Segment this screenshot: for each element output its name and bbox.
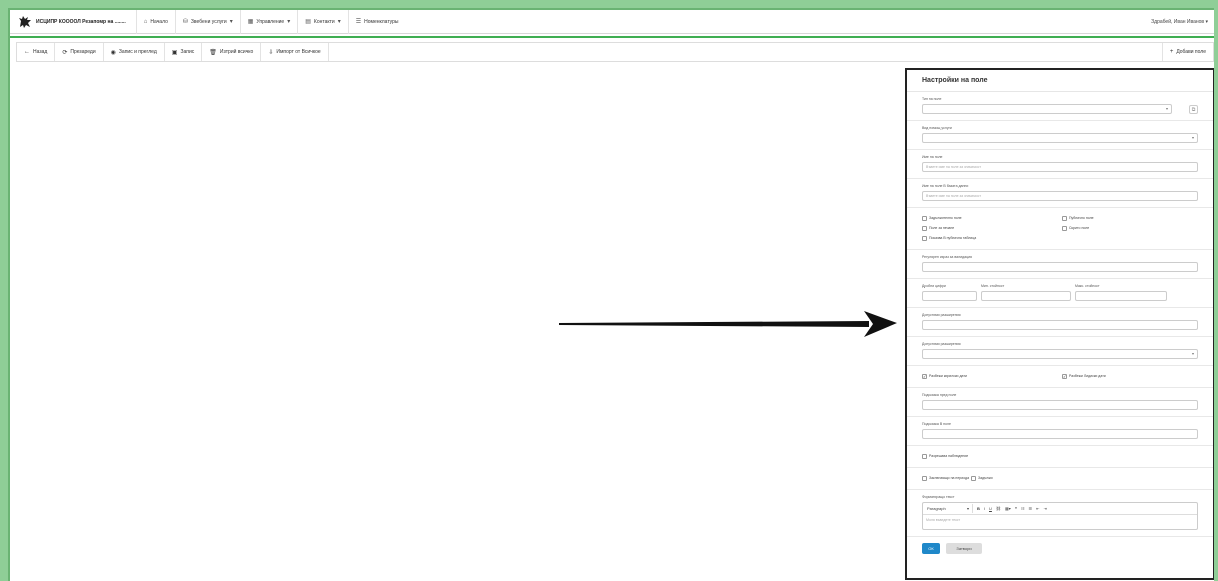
regex-input[interactable] xyxy=(922,262,1198,272)
public-checkbox[interactable]: Публично поле xyxy=(1062,213,1198,223)
numbered-list-icon[interactable]: ☰ xyxy=(1029,506,1033,511)
chevron-down-icon: ▾ xyxy=(337,19,341,25)
field-kind-select[interactable] xyxy=(922,133,1198,143)
arrow-left-icon: ← xyxy=(24,49,30,55)
chevron-down-icon: ▾ xyxy=(229,19,233,25)
underline-icon[interactable]: U xyxy=(989,506,992,511)
print-checkbox[interactable]: Поле за печане xyxy=(922,223,1058,233)
action-toolbar: ← Назад ⟳ Презареди ◉ Запис и преглед ▣ … xyxy=(16,42,1214,62)
regex-section: Регулярен израз за валидация xyxy=(907,250,1213,279)
extensions-input[interactable] xyxy=(922,320,1198,330)
hidden-checkbox[interactable]: Скрито поле xyxy=(1062,223,1198,233)
home-icon: ⌂ xyxy=(143,18,148,25)
bullet-list-icon[interactable]: ☷ xyxy=(1021,506,1025,511)
required-checkbox[interactable]: Задължително поле xyxy=(922,213,1058,223)
table-icon[interactable]: ▦▾ xyxy=(1005,506,1011,511)
db-name-section: Име на поле В базата данни Въвете име на… xyxy=(907,179,1213,208)
refresh-icon: ⟳ xyxy=(62,49,68,56)
decimals-input[interactable] xyxy=(922,291,977,301)
quote-icon[interactable]: ❝ xyxy=(1015,506,1017,511)
allow-latin-checkbox[interactable]: ✓ Разбежи Лидиски дати xyxy=(1062,371,1198,381)
numeric-section: Дробни цифри Мин. стойност Макс. стойнос… xyxy=(907,279,1213,308)
nav-label: Управление xyxy=(256,18,285,25)
min-value-input[interactable] xyxy=(981,291,1071,301)
required-2-checkbox[interactable]: Задължи xyxy=(971,473,993,483)
grid-icon: ▦ xyxy=(247,19,254,25)
db-name-input[interactable]: Въвете име на поле за значимост xyxy=(922,191,1198,201)
period-lock-checkbox[interactable]: Заключващо на периода xyxy=(922,473,969,483)
rich-text-section: Форматиращо текст Paragraph ▾ B I U ⛓ ▦▾ … xyxy=(907,490,1213,537)
app-brand[interactable]: ИСЦИПР КООООЛ Резапомр на ........ xyxy=(36,19,126,25)
field-kind-section: Вид помощ услуги xyxy=(907,121,1213,150)
refresh-button[interactable]: ⟳ Презареди xyxy=(55,43,104,61)
max-value-input[interactable] xyxy=(1075,291,1167,301)
field-type-section: Тип на поле ⧉ xyxy=(907,92,1213,121)
nav-nomenclatures[interactable]: ☰ Номенклатуры xyxy=(347,10,406,34)
import-button[interactable]: ⇩ Импорт от Всичкое xyxy=(261,43,329,61)
comment-section: Заключващо на периода Задължи xyxy=(907,468,1213,490)
panel-title: Настройки на поле xyxy=(907,70,1213,92)
date-options-section: ✓ Разбежи кирилски дати ✓ Разбежи Лидиски … xyxy=(907,366,1213,388)
field-type-select[interactable] xyxy=(922,104,1172,114)
flags-section: Задължително поле Публично поле Поле за … xyxy=(907,208,1213,250)
indent-icon[interactable]: ⇥ xyxy=(1043,506,1046,511)
nav-home[interactable]: ⌂ Начало xyxy=(135,10,175,34)
nav-label: Звебени услуги xyxy=(190,18,227,25)
delete-all-button[interactable]: 🗑 Изтрий всичко xyxy=(202,43,262,61)
table-icon: ▤ xyxy=(305,19,311,25)
rich-text-editor: Paragraph ▾ B I U ⛓ ▦▾ ❝ ☷ ☰ ⇤ ⇥ Моля във… xyxy=(922,502,1198,530)
lion-logo-icon xyxy=(19,15,31,28)
extensions-section: Допустими разширения xyxy=(907,308,1213,337)
bold-icon[interactable]: B xyxy=(977,506,980,511)
allow-cyrillic-checkbox[interactable]: ✓ Разбежи кирилски дати xyxy=(922,371,1058,381)
editor-toolbar: Paragraph ▾ B I U ⛓ ▦▾ ❝ ☷ ☰ ⇤ ⇥ xyxy=(923,503,1197,515)
save-button[interactable]: ▣ Запис xyxy=(165,43,203,61)
nav-label: Номенклатуры xyxy=(364,18,399,25)
field-name-section: Име на поле Въвете име на поле за значим… xyxy=(907,150,1213,179)
top-navbar: ИСЦИПР КООООЛ Резапомр на ........ ⌂ Нач… xyxy=(10,10,1214,34)
nav-label: Начало xyxy=(150,18,168,25)
app-window: ИСЦИПР КООООЛ Резапомр на ........ ⌂ Нач… xyxy=(8,8,1214,581)
nav-contacts[interactable]: ▤ Контакти ▾ xyxy=(297,10,347,34)
field-name-input[interactable]: Въвете име на поле за значимост xyxy=(922,162,1198,172)
trash-icon: 🗑 xyxy=(209,49,217,56)
hint-in-section: Подсказка В поле xyxy=(907,417,1213,446)
annotation-arrow-icon xyxy=(559,311,897,337)
allowed-extensions-select[interactable] xyxy=(922,349,1198,359)
readonly-checkbox[interactable]: Разрешава наблюдение xyxy=(922,451,1067,461)
editor-body[interactable]: Моля въведете текст xyxy=(923,515,1197,529)
field-settings-panel: Настройки на поле Тип на поле ⧉ Вид помо… xyxy=(905,68,1214,580)
chevron-down-icon: ▾ xyxy=(287,19,291,25)
show-public-table-checkbox[interactable]: Показва В публична таблица xyxy=(922,233,1067,243)
panel-actions: ОК Затвори xyxy=(907,537,1213,560)
allowed-extensions-section: Допустими разширения xyxy=(907,337,1213,366)
back-button[interactable]: ← Назад xyxy=(17,43,56,61)
nav-services[interactable]: ⛁ Звебени услуги ▾ xyxy=(174,10,240,34)
plus-icon: + xyxy=(1169,49,1174,55)
outdent-icon[interactable]: ⇤ xyxy=(1036,506,1039,511)
add-field-button[interactable]: + Добави поле xyxy=(1161,43,1213,61)
nav-management[interactable]: ▦ Управление ▾ xyxy=(239,10,297,34)
copy-icon[interactable]: ⧉ xyxy=(1189,104,1198,114)
header-divider xyxy=(10,36,1214,38)
nav-label: Контакти xyxy=(313,18,335,25)
database-icon: ⛁ xyxy=(182,19,188,25)
link-icon[interactable]: ⛓ xyxy=(996,506,1001,511)
import-icon: ⇩ xyxy=(268,49,274,56)
hint-in-input[interactable] xyxy=(922,429,1198,439)
close-button[interactable]: Затвори xyxy=(946,543,982,554)
floppy-icon: ▣ xyxy=(171,49,178,56)
hint-before-section: Подсказка пред поле xyxy=(907,388,1213,417)
save-preview-button[interactable]: ◉ Запис и преглед xyxy=(104,43,165,61)
readonly-section: Разрешава наблюдение xyxy=(907,446,1213,468)
eye-icon: ◉ xyxy=(110,49,116,56)
paragraph-select[interactable]: Paragraph ▾ xyxy=(927,504,973,513)
italic-icon[interactable]: I xyxy=(984,506,985,511)
user-menu[interactable]: Здрабей, Иван Иванов ▾ xyxy=(1151,19,1208,25)
hint-before-input[interactable] xyxy=(922,400,1198,410)
list-icon: ☰ xyxy=(355,19,362,25)
ok-button[interactable]: ОК xyxy=(922,543,940,554)
